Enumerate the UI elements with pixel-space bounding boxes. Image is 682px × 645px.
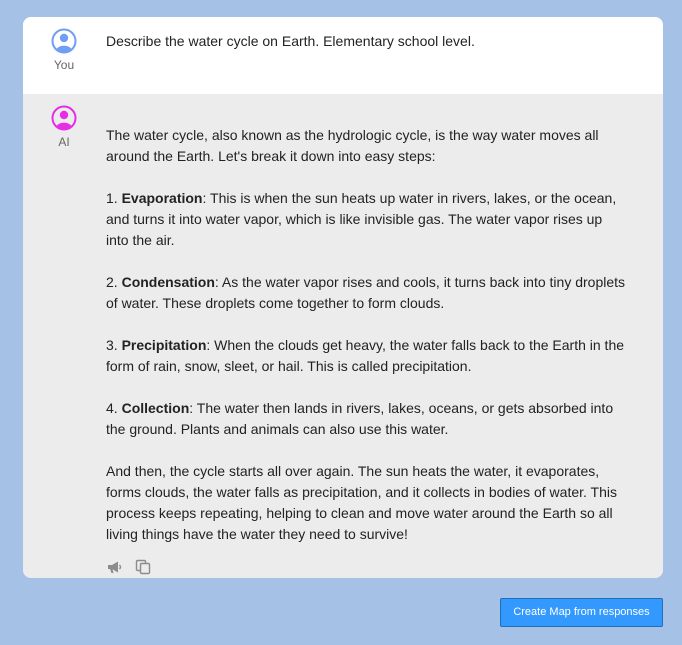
step-number: 3.: [106, 337, 122, 353]
ai-message-text: The water cycle, also known as the hydro…: [106, 125, 626, 545]
user-role-label: You: [53, 58, 75, 72]
ai-avatar-block: AI: [40, 105, 88, 149]
message-actions: [106, 558, 152, 576]
step-paragraph: 1. Evaporation: This is when the sun hea…: [106, 188, 626, 251]
ai-intro-paragraph: The water cycle, also known as the hydro…: [106, 127, 599, 164]
user-avatar-icon: [51, 28, 77, 54]
step-number: 4.: [106, 400, 122, 416]
step-number: 2.: [106, 274, 122, 290]
step-title: Condensation: [121, 274, 215, 290]
step-title: Collection: [121, 400, 190, 416]
user-avatar-block: You: [40, 28, 88, 72]
step-number: 1.: [106, 190, 122, 206]
ai-conclusion-paragraph: And then, the cycle starts all over agai…: [106, 463, 617, 542]
chat-card: You Describe the water cycle on Earth. E…: [23, 17, 663, 578]
step-title: Evaporation: [121, 190, 203, 206]
user-message-text: Describe the water cycle on Earth. Eleme…: [106, 33, 475, 49]
megaphone-icon[interactable]: [106, 558, 124, 576]
chat-page: You Describe the water cycle on Earth. E…: [0, 0, 682, 645]
ai-avatar-icon: [51, 105, 77, 131]
user-message: You Describe the water cycle on Earth. E…: [23, 17, 663, 94]
step-title: Precipitation: [121, 337, 207, 353]
step-paragraph: 2. Condensation: As the water vapor rise…: [106, 272, 626, 314]
step-paragraph: 3. Precipitation: When the clouds get he…: [106, 335, 626, 377]
ai-role-label: AI: [58, 135, 70, 149]
ai-message: AI The water cycle, also known as the hy…: [23, 94, 663, 578]
create-map-button[interactable]: Create Map from responses: [500, 598, 663, 627]
copy-icon[interactable]: [134, 558, 152, 576]
step-paragraph: 4. Collection: The water then lands in r…: [106, 398, 626, 440]
